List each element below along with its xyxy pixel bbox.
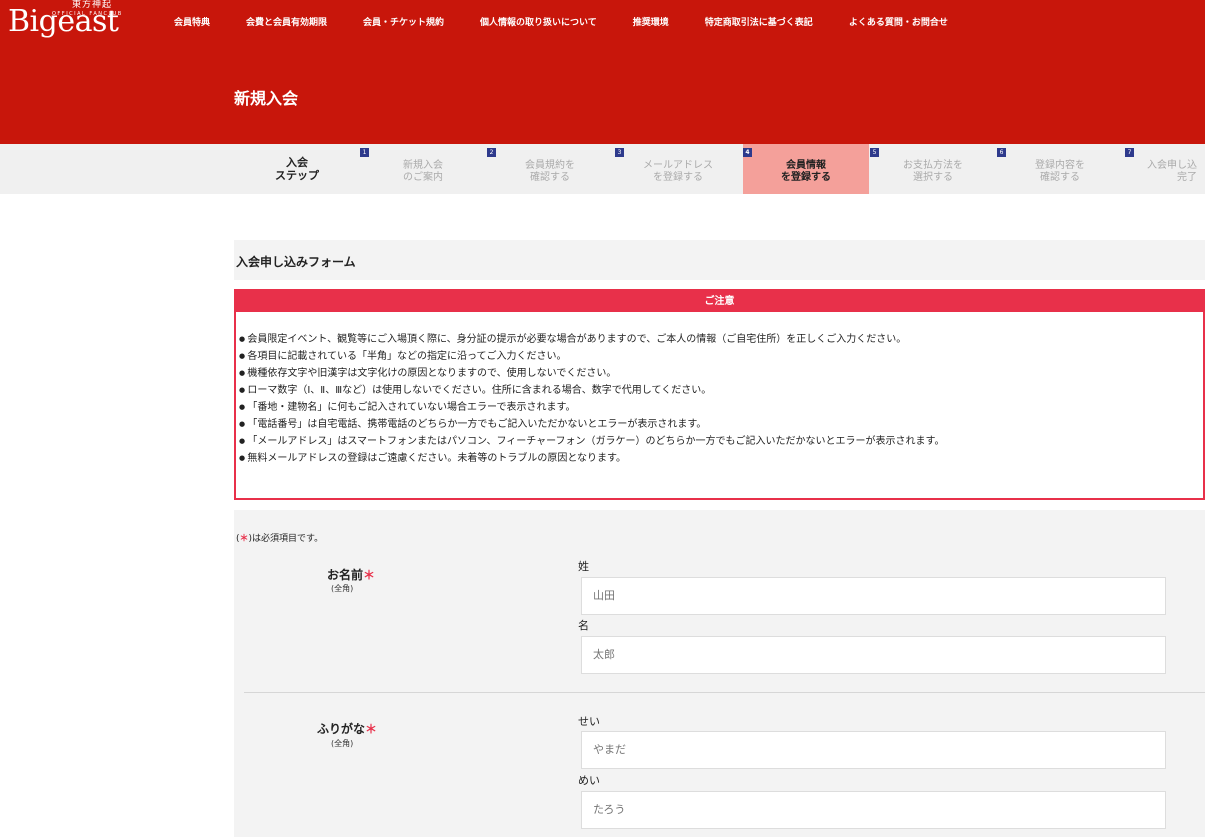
last-kana-input[interactable] [581,731,1166,769]
name-hint: (全角) [331,584,354,593]
step-label-line1: 登録内容を [1035,160,1085,171]
name-label: お名前＊ [327,566,375,583]
logo-tagline: OFFICIAL FANCLUB [52,11,123,17]
page-title: 新規入会 [234,89,299,108]
notice-item: 無料メールアドレスの登録はご遠慮ください。未着等のトラブルの原因となります。 [239,450,1203,467]
steps-heading-line1: 入会 [286,156,308,169]
steps-heading-line2: ステップ [275,169,319,182]
step-number: 5 [870,148,879,157]
step-6: 6 登録内容を 確認する [997,144,1123,194]
step-label-line1: 新規入会 [403,160,443,171]
required-mark: ＊ [239,534,249,544]
first-name-input[interactable] [581,636,1166,674]
notice-item: 「電話番号」は自宅電話、携帯電話のどちらか一方でもご記入いただかないとエラーが表… [239,416,1203,433]
first-kana-label: めい [578,774,600,787]
step-label-line2: を登録する [653,172,703,183]
step-label-line1: お支払方法を [903,160,963,171]
kana-hint: (全角) [331,739,354,748]
nav-terms[interactable]: 会員・チケット規約 [363,15,444,28]
required-note-text: )は必須項目です。 [248,534,324,544]
step-label-line2: 確認する [530,172,570,183]
last-name-label: 姓 [578,560,589,573]
notice-item: ローマ数字（Ⅰ、Ⅱ、Ⅲなど）は使用しないでください。住所に含まれる場合、数字で代… [239,382,1203,399]
notice-title: ご注意 [236,291,1203,312]
nav-fees[interactable]: 会費と会員有効期限 [246,15,327,28]
last-kana-label: せい [578,715,600,728]
nav-privacy[interactable]: 個人情報の取り扱いについて [480,15,597,28]
step-label-line2: 完了 [1177,172,1197,183]
site-header: Bigeast 東方神起 OFFICIAL FANCLUB 会員特典 会費と会員… [0,0,1205,144]
required-mark: ＊ [365,722,378,736]
nav-environment[interactable]: 推奨環境 [633,15,669,28]
nav-benefits[interactable]: 会員特典 [174,15,210,28]
step-label-line2: を登録する [781,172,831,183]
step-label-line1: メールアドレス [643,160,713,171]
step-7: 7 入会申し込 完了 [1125,144,1205,194]
notice-box: ご注意 会員限定イベント、観覧等にご入場頂く際に、身分証の提示が必要な場合があり… [234,289,1205,500]
notice-item: 会員限定イベント、観覧等にご入場頂く際に、身分証の提示が必要な場合がありますので… [239,331,1203,348]
step-label-line2: のご案内 [403,172,443,183]
bigeast-logo[interactable]: Bigeast 東方神起 OFFICIAL FANCLUB [6,0,136,44]
nav-faq[interactable]: よくある質問・お問合せ [849,15,948,28]
notice-list: 会員限定イベント、観覧等にご入場頂く際に、身分証の提示が必要な場合がありますので… [236,312,1203,467]
step-1: 1 新規入会 のご案内 [360,144,486,194]
step-number: 4 [743,148,752,157]
step-number: 3 [615,148,624,157]
last-name-input[interactable] [581,577,1166,615]
required-note: (＊)は必須項目です。 [236,531,323,544]
step-label-line2: 選択する [913,172,953,183]
step-number: 6 [997,148,1006,157]
notice-item: 「番地・建物名」に何もご記入されていない場合エラーで表示されます。 [239,399,1203,416]
step-label-line1: 会員規約を [525,160,575,171]
step-3: 3 メールアドレス を登録する [615,144,741,194]
logo-kanji: 東方神起 [72,0,113,10]
step-5: 5 お支払方法を 選択する [870,144,996,194]
kana-label: ふりがな＊ [317,720,377,737]
required-mark: ＊ [363,568,376,582]
step-number: 1 [360,148,369,157]
first-kana-input[interactable] [581,791,1166,829]
form-title: 入会申し込みフォーム [236,255,356,269]
step-label-line2: 確認する [1040,172,1080,183]
nav-commerce-law[interactable]: 特定商取引法に基づく表記 [705,15,813,28]
field-divider [244,692,1205,693]
notice-item: 機種依存文字や旧漢字は文字化けの原因となりますので、使用しないでください。 [239,365,1203,382]
steps-heading: 入会 ステップ [234,144,360,194]
step-label-line1: 会員情報 [786,160,826,171]
first-name-label: 名 [578,619,589,632]
notice-item: 各項目に記載されている「半角」などの指定に沿ってご入力ください。 [239,348,1203,365]
name-label-text: お名前 [327,568,364,582]
main-nav: 会員特典 会費と会員有効期限 会員・チケット規約 個人情報の取り扱いについて 推… [174,15,984,28]
step-label-line1: 入会申し込 [1147,160,1197,171]
step-4-active: 4 会員情報 を登録する [743,144,869,194]
notice-item: 「メールアドレス」はスマートフォンまたはパソコン、フィーチャーフォン（ガラケー）… [239,433,1203,450]
step-number: 2 [487,148,496,157]
form-title-bar [234,240,1205,280]
step-number: 7 [1125,148,1134,157]
step-2: 2 会員規約を 確認する [487,144,613,194]
kana-label-text: ふりがな [317,722,366,736]
